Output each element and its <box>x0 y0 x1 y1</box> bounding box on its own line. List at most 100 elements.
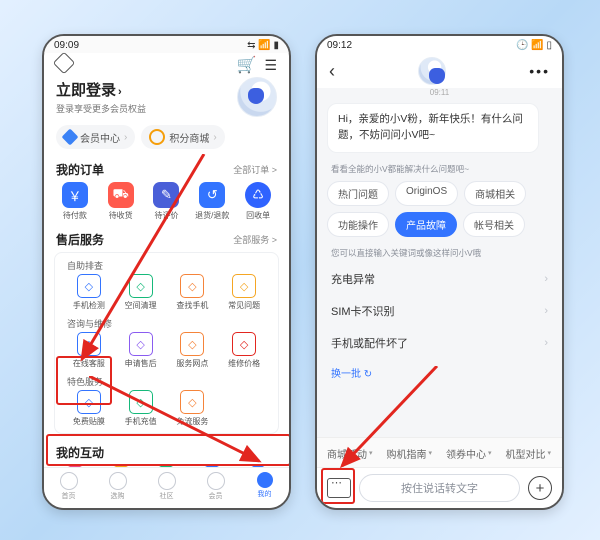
pill-points[interactable]: 积分商城› <box>141 125 224 149</box>
more-icon[interactable]: ••• <box>529 63 550 79</box>
chip-1[interactable]: OriginOS <box>395 181 458 206</box>
order-label: 回收单 <box>235 210 281 221</box>
service-icon: ◇ <box>232 332 256 356</box>
plus-icon[interactable]: + <box>528 476 552 500</box>
pill-member[interactable]: 会员中心› <box>56 125 135 149</box>
btab-1[interactable]: 购机指南▾ <box>387 446 433 461</box>
order-label: 退货/退款 <box>189 210 235 221</box>
back-icon[interactable]: ‹ <box>329 61 335 82</box>
service-item[interactable]: ◇ 查找手机 <box>167 274 219 311</box>
chip-3[interactable]: 功能操作 <box>327 212 389 237</box>
service-item[interactable]: ◇ 维修价格 <box>218 332 270 369</box>
service-item[interactable]: ◇ 常见问题 <box>218 274 270 311</box>
service-item[interactable]: ◇ 空间清理 <box>115 274 167 311</box>
service-label: 查找手机 <box>167 300 219 311</box>
statusbar-left: 09:09 ⇆ 📶 ▮ <box>44 36 289 53</box>
service-item[interactable]: ◇ 手机充值 <box>115 390 167 427</box>
menu-icon[interactable]: ☰ <box>264 57 277 74</box>
cart-icon[interactable]: 🛒 <box>237 55 257 75</box>
refresh-button[interactable]: 换一批 ↻ <box>317 359 562 386</box>
faq-label: 手机或配件坏了 <box>331 335 408 351</box>
aftersale-hdr: 售后服务 全部服务 > <box>44 227 289 250</box>
faq-row[interactable]: 充电异常 › <box>317 263 562 295</box>
aftersale-card: 自助排查 ◇ 手机检测 ◇ 空间清理 ◇ 查找手机 ◇ 常见问题 咨询与维修 ◇… <box>54 252 279 434</box>
order-item[interactable]: ￥ 待付款 <box>52 182 98 221</box>
inputbar: 按住说话转文字 + <box>317 467 562 508</box>
chevron-down-icon: ▾ <box>548 449 552 457</box>
phone-right: 09:12 🕒 📶 ▯ ‹ ••• 09:11 Hi，亲爱的小V粉，新年快乐！有… <box>315 34 564 510</box>
order-item[interactable]: ✎ 待评价 <box>144 182 190 221</box>
btab-2[interactable]: 领券中心▾ <box>446 446 492 461</box>
faq-row[interactable]: SIM卡不识别 › <box>317 295 562 327</box>
coin-icon <box>149 129 165 145</box>
interact-hdr: 我的互动 <box>44 440 289 463</box>
gear-icon[interactable] <box>53 52 76 75</box>
service-item[interactable]: ◇ 免流服务 <box>167 390 219 427</box>
service-icon: ◇ <box>180 332 204 356</box>
service-item[interactable]: ◇ 申请售后 <box>115 332 167 369</box>
service-label: 手机充值 <box>115 416 167 427</box>
chip-5[interactable]: 帐号相关 <box>463 212 525 237</box>
service-icon: ◇ <box>129 274 153 298</box>
avatar[interactable] <box>237 77 277 117</box>
faq-label: SIM卡不识别 <box>331 303 395 319</box>
service-icon: ◇ <box>77 390 101 414</box>
order-icon: ♺ <box>245 182 271 208</box>
service-icon: ◇ <box>180 390 204 414</box>
chevron-right-icon: › <box>544 273 548 285</box>
service-label: 在线客服 <box>63 358 115 369</box>
chevron-right-icon: › <box>544 337 548 349</box>
service-label: 服务网点 <box>167 358 219 369</box>
tab-3[interactable]: 会员 <box>191 468 240 508</box>
consult-label: 咨询与维修 <box>55 315 278 330</box>
service-label: 空间清理 <box>115 300 167 311</box>
order-item[interactable]: ♺ 回收单 <box>235 182 281 221</box>
aftersale-more[interactable]: 全部服务 > <box>233 233 277 246</box>
chevron-down-icon: ▾ <box>369 449 373 457</box>
chip-row: 热门问题OriginOS商城相关功能操作产品故障帐号相关 <box>317 179 562 239</box>
service-icon: ◇ <box>232 274 256 298</box>
service-label: 手机检测 <box>63 300 115 311</box>
keyboard-icon[interactable] <box>327 478 351 498</box>
tab-2[interactable]: 社区 <box>142 468 191 508</box>
special-label: 特色服务 <box>55 373 278 388</box>
time: 09:09 <box>54 40 79 51</box>
chip-2[interactable]: 商城相关 <box>464 181 526 206</box>
tab-1[interactable]: 选购 <box>93 468 142 508</box>
avatar-small[interactable] <box>418 57 446 85</box>
service-label: 免费贴膜 <box>63 416 115 427</box>
faq-label: 充电异常 <box>331 271 375 287</box>
msg-time: 09:11 <box>317 88 562 97</box>
voice-input[interactable]: 按住说话转文字 <box>359 474 520 502</box>
order-item[interactable]: ⛟ 待收货 <box>98 182 144 221</box>
service-label: 免流服务 <box>167 416 219 427</box>
service-label: 维修价格 <box>218 358 270 369</box>
chevron-right-icon: › <box>544 305 548 317</box>
service-item[interactable]: ◇ 免费贴膜 <box>63 390 115 427</box>
chevron-down-icon: ▾ <box>488 449 492 457</box>
tabbar: 首页 选购 社区 会员 我的 <box>44 467 289 508</box>
orders-more[interactable]: 全部订单 > <box>233 163 277 176</box>
btab-3[interactable]: 机型对比▾ <box>506 446 552 461</box>
chat-bubble: Hi，亲爱的小V粉，新年快乐！有什么问题，不妨问问小V吧~ <box>327 103 539 153</box>
service-icon: ◇ <box>77 274 101 298</box>
service-icon: ◇ <box>129 390 153 414</box>
status-icons: 🕒 📶 ▯ <box>513 40 552 51</box>
order-icon: ↺ <box>199 182 225 208</box>
btab-0[interactable]: 商城活动▾ <box>327 446 373 461</box>
tab-4[interactable]: 我的 <box>240 468 289 508</box>
bottom-tabs: 商城活动▾购机指南▾领券中心▾机型对比▾以▾ <box>317 437 562 468</box>
service-icon: ◇ <box>77 332 101 356</box>
order-icon: ￥ <box>62 182 88 208</box>
service-item[interactable]: ◇ 服务网点 <box>167 332 219 369</box>
chip-4[interactable]: 产品故障 <box>395 212 457 237</box>
faq-row[interactable]: 手机或配件坏了 › <box>317 327 562 359</box>
service-item[interactable]: ◇ 在线客服 <box>63 332 115 369</box>
login-block[interactable]: 立即登录› 登录享受更多会员权益 <box>56 79 146 115</box>
time: 09:12 <box>327 40 352 51</box>
chip-0[interactable]: 热门问题 <box>327 181 389 206</box>
statusbar-right: 09:12 🕒 📶 ▯ <box>317 36 562 53</box>
service-item[interactable]: ◇ 手机检测 <box>63 274 115 311</box>
order-item[interactable]: ↺ 退货/退款 <box>189 182 235 221</box>
tab-0[interactable]: 首页 <box>44 468 93 508</box>
